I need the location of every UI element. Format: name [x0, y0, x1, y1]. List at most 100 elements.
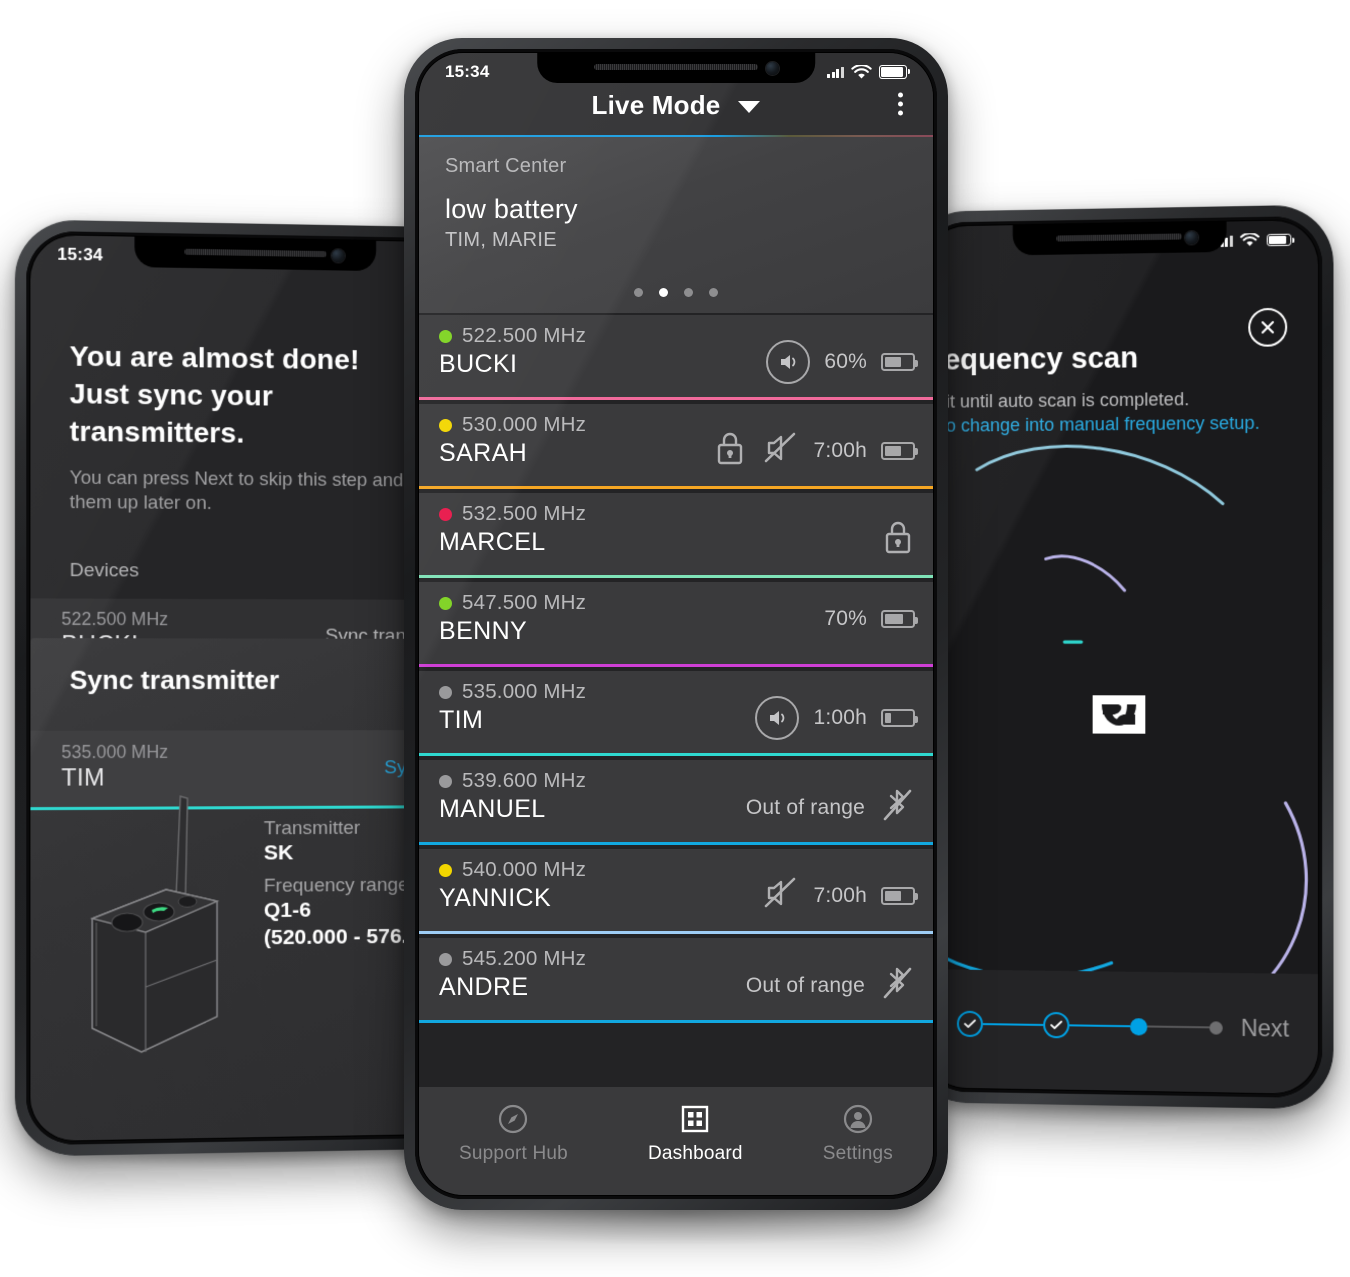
- status-dot: [439, 952, 452, 966]
- device-accent-line: [419, 930, 933, 934]
- device-accent-line: [419, 485, 933, 489]
- table-row[interactable]: 530.000 MHz SARAH 7:00h: [419, 404, 933, 489]
- device-frequency-line: 545.200 MHz: [439, 947, 586, 971]
- device-accent-line: [419, 663, 933, 667]
- page-dot[interactable]: [634, 288, 643, 297]
- battery-icon: [1266, 233, 1292, 247]
- table-row[interactable]: 539.600 MHz MANUEL Out of range: [419, 760, 933, 845]
- status-icons: [827, 64, 910, 80]
- earpiece-speaker-icon: [593, 64, 759, 70]
- device-frequency-line: 530.000 MHz: [439, 413, 586, 437]
- device-status-group: Out of range: [746, 963, 915, 1008]
- center-phone-content: Live Mode Smart Center low battery TIM, …: [419, 53, 933, 1195]
- step-current[interactable]: [1130, 1017, 1148, 1036]
- device-status-group: 60%: [766, 340, 918, 384]
- battery-icon: [879, 65, 910, 79]
- table-row[interactable]: 535.000 MHz TIM 1:00h: [419, 671, 933, 756]
- battery-value: 7:00h: [813, 883, 867, 907]
- speaker-muted-icon[interactable]: [761, 429, 799, 472]
- device-name: MANUEL: [439, 795, 546, 823]
- grid-icon: [682, 1105, 709, 1133]
- step-connector: [982, 1022, 1044, 1027]
- out-of-range-status: Out of range: [745, 795, 865, 819]
- battery-icon: [881, 441, 918, 460]
- speaker-on-icon[interactable]: [755, 696, 800, 740]
- device-accent-line: [419, 1019, 933, 1023]
- nav-item-dashboard[interactable]: Dashboard: [648, 1103, 743, 1165]
- lock-icon[interactable]: [881, 518, 915, 561]
- speaker-muted-icon[interactable]: [761, 874, 799, 917]
- table-row[interactable]: 522.500 MHz BUCKI 60%: [419, 315, 933, 400]
- bluetooth-off-icon[interactable]: [879, 785, 915, 830]
- device-name: YANNICK: [439, 884, 552, 912]
- status-dot: [439, 418, 452, 432]
- phone-right-frequency-scan: frequency scan wait until auto scan is c…: [908, 204, 1334, 1110]
- step-completed[interactable]: [1043, 1011, 1070, 1039]
- device-accent-line: [419, 841, 933, 845]
- out-of-range-status: Out of range: [745, 973, 865, 997]
- device-frequency: 522.500 MHz: [61, 608, 169, 630]
- device-status-group: 7:00h: [713, 429, 918, 472]
- step-completed[interactable]: [956, 1010, 983, 1038]
- page-title: Live Mode: [591, 89, 721, 120]
- step-upcoming[interactable]: [1209, 1020, 1223, 1035]
- kebab-menu-icon[interactable]: [898, 92, 903, 116]
- battery-value: 1:00h: [813, 706, 867, 729]
- table-row[interactable]: 532.500 MHz MARCEL: [419, 493, 933, 578]
- device-identity: 545.200 MHz ANDRE: [439, 947, 586, 1002]
- front-camera-icon: [331, 249, 345, 263]
- device-status-group: 70%: [824, 607, 918, 631]
- device-identity: 547.500 MHz BENNY: [439, 591, 586, 646]
- page-dot[interactable]: [709, 288, 718, 297]
- device-frequency: 530.000 MHz: [462, 413, 587, 436]
- right-phone-content: frequency scan wait until auto scan is c…: [922, 220, 1319, 1095]
- device-status-group: 7:00h: [761, 874, 918, 917]
- check-icon: [964, 1019, 976, 1029]
- status-dot: [439, 863, 452, 877]
- bluetooth-off-icon[interactable]: [879, 963, 915, 1008]
- step-progress-indicator: [956, 1010, 1223, 1041]
- device-frequency: 535.000 MHz: [462, 680, 587, 703]
- scan-animation-arcs: [923, 220, 1318, 1060]
- device-identity: 540.000 MHz YANNICK: [439, 858, 586, 913]
- phone-right-screen: frequency scan wait until auto scan is c…: [922, 219, 1319, 1095]
- table-row[interactable]: 540.000 MHz YANNICK 7:00h: [419, 849, 933, 934]
- page-dot[interactable]: [684, 288, 693, 297]
- next-button[interactable]: Next: [1241, 1014, 1289, 1042]
- device-name: BENNY: [439, 617, 528, 645]
- wifi-icon: [851, 64, 872, 78]
- device-accent-line: [419, 396, 933, 400]
- check-icon: [1050, 1020, 1062, 1030]
- left-heading-line2: Just sync your transmitters.: [69, 378, 273, 450]
- carousel-page-dots[interactable]: [419, 288, 933, 297]
- table-row[interactable]: 547.500 MHz BENNY 70%: [419, 582, 933, 667]
- lock-icon[interactable]: [713, 429, 747, 472]
- status-dot: [439, 685, 452, 699]
- smart-center-card[interactable]: Smart Center low battery TIM, MARIE: [419, 137, 933, 313]
- status-dot: [439, 507, 452, 521]
- device-frequency: 540.000 MHz: [462, 858, 587, 881]
- status-icons: [1215, 233, 1292, 248]
- device-list[interactable]: 522.500 MHz BUCKI 60% 530.000 MHz SARAH 7:00h…: [419, 313, 933, 1087]
- smart-center-label: Smart Center: [445, 155, 567, 177]
- status-dot: [439, 774, 452, 788]
- nav-item-support-hub[interactable]: Support Hub: [459, 1103, 568, 1165]
- device-identity: 530.000 MHz SARAH: [439, 413, 586, 468]
- device-name: SARAH: [439, 439, 528, 467]
- table-row[interactable]: 545.200 MHz ANDRE Out of range: [419, 938, 933, 1023]
- device-frequency: 535.000 MHz: [61, 741, 169, 763]
- device-frequency: 547.500 MHz: [462, 591, 587, 614]
- nav-item-settings[interactable]: Settings: [823, 1103, 893, 1165]
- sennheiser-logo: [1092, 695, 1146, 734]
- battery-value: 60%: [824, 350, 867, 373]
- wizard-footer: Next: [922, 969, 1319, 1095]
- device-status-group: 1:00h: [755, 696, 918, 740]
- front-camera-icon: [765, 62, 779, 75]
- device-accent-line: [419, 574, 933, 578]
- chevron-down-icon[interactable]: [738, 101, 761, 113]
- speaker-on-icon[interactable]: [766, 340, 811, 384]
- page-dot-active[interactable]: [659, 288, 668, 297]
- device-status-group: [881, 518, 915, 561]
- bottom-navigation: Support Hub Dashboard Settings: [419, 1087, 933, 1195]
- battery-value: 70%: [824, 607, 867, 630]
